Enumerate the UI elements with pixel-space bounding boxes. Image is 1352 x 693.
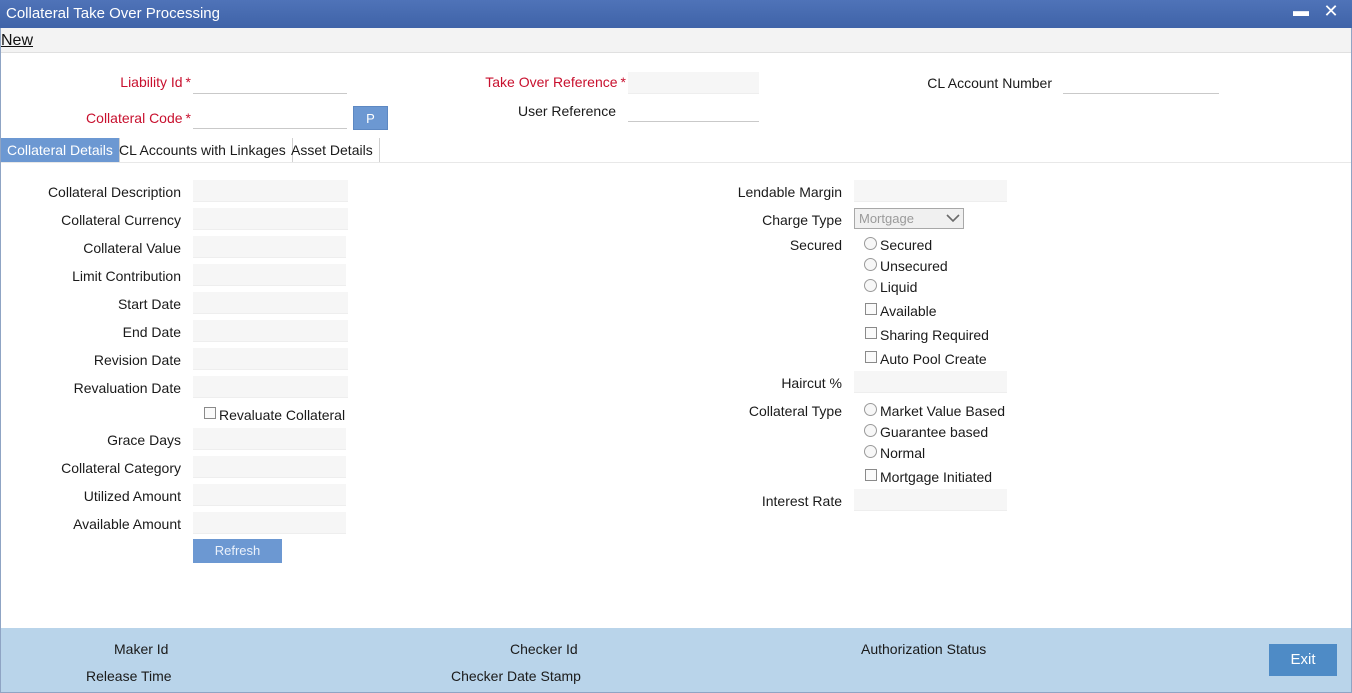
collateral-value-input[interactable] (193, 236, 346, 258)
available-checkbox[interactable] (865, 303, 877, 315)
revaluation-date-label: Revaluation Date (73, 380, 181, 396)
take-over-reference-input[interactable] (628, 72, 759, 94)
grace-days-input[interactable] (193, 428, 346, 450)
grace-days-label: Grace Days (107, 432, 181, 448)
secured-radio[interactable] (864, 237, 877, 250)
charge-type-label: Charge Type (762, 212, 842, 228)
sharing-required-label: Sharing Required (880, 327, 989, 343)
collateral-value-label: Collateral Value (83, 240, 181, 256)
charge-type-select[interactable]: Mortgage (854, 208, 964, 229)
take-over-reference-label: Take Over Reference * (485, 74, 626, 90)
checker-date-stamp-label: Checker Date Stamp (451, 668, 581, 684)
utilized-amount-label: Utilized Amount (83, 488, 181, 504)
available-amount-input[interactable] (193, 512, 346, 534)
utilized-amount-input[interactable] (193, 484, 346, 506)
liability-id-input[interactable] (193, 72, 347, 94)
collateral-currency-input[interactable] (193, 208, 348, 230)
tab-asset-details[interactable]: Asset Details (285, 138, 380, 162)
interest-rate-input[interactable] (854, 489, 1007, 511)
haircut-input[interactable] (854, 371, 1007, 393)
exit-button[interactable]: Exit (1269, 644, 1337, 676)
menu-bar (1, 28, 1351, 53)
market-value-based-radio[interactable] (864, 403, 877, 416)
haircut-label: Haircut % (781, 375, 842, 391)
revaluate-collateral-label: Revaluate Collateral (219, 407, 346, 423)
market-value-based-label: Market Value Based (880, 403, 1006, 419)
refresh-button[interactable]: Refresh (193, 539, 282, 563)
revision-date-label: Revision Date (93, 352, 181, 368)
collateral-category-label: Collateral Category (61, 460, 181, 476)
revision-date-input[interactable] (193, 348, 348, 370)
limit-contribution-label: Limit Contribution (72, 268, 181, 284)
tab-collateral-details[interactable]: Collateral Details (1, 138, 120, 162)
cl-account-number-label: CL Account Number (927, 75, 1052, 91)
start-date-label: Start Date (117, 296, 181, 312)
available-label: Available (880, 303, 937, 319)
revaluation-date-input[interactable] (193, 376, 348, 398)
title-bar: Collateral Take Over Processing ▬ ✕ (0, 0, 1352, 28)
unsecured-radio[interactable] (864, 258, 877, 271)
close-icon[interactable]: ✕ (1322, 1, 1340, 23)
interest-rate-label: Interest Rate (761, 493, 842, 509)
lendable-margin-label: Lendable Margin (737, 184, 842, 200)
sharing-required-checkbox[interactable] (865, 327, 877, 339)
mortgage-initiated-label: Mortgage Initiated (880, 469, 993, 485)
user-reference-label: User Reference (517, 103, 616, 119)
collateral-code-lookup-button[interactable]: P (353, 106, 388, 130)
minimize-icon[interactable]: ▬ (1293, 3, 1309, 23)
tab-divider (0, 162, 1352, 163)
normal-radio[interactable] (864, 445, 877, 458)
secured-label: Secured (789, 237, 842, 253)
charge-type-value: Mortgage (859, 211, 914, 226)
unsecured-option-label: Unsecured (880, 258, 948, 274)
liquid-option-label: Liquid (880, 279, 918, 295)
collateral-type-label: Collateral Type (748, 403, 842, 419)
collateral-code-label: Collateral Code * (86, 110, 191, 126)
liability-id-label: Liability Id * (120, 74, 191, 90)
release-time-label: Release Time (86, 668, 172, 684)
cl-account-number-input[interactable] (1063, 72, 1219, 94)
limit-contribution-input[interactable] (193, 264, 346, 286)
guarantee-based-radio[interactable] (864, 424, 877, 437)
lendable-margin-input[interactable] (854, 180, 1007, 202)
authorization-status-label: Authorization Status (861, 641, 987, 657)
user-reference-input[interactable] (628, 100, 759, 122)
tab-cl-accounts-with-linkages[interactable]: CL Accounts with Linkages (113, 138, 293, 162)
normal-label: Normal (880, 445, 926, 461)
chevron-down-icon (946, 214, 960, 223)
start-date-input[interactable] (193, 292, 348, 314)
mortgage-initiated-checkbox[interactable] (865, 469, 877, 481)
revaluate-collateral-checkbox[interactable] (204, 407, 216, 419)
end-date-input[interactable] (193, 320, 348, 342)
collateral-currency-label: Collateral Currency (61, 212, 181, 228)
guarantee-based-label: Guarantee based (880, 424, 989, 440)
audit-footer (1, 628, 1351, 692)
collateral-category-input[interactable] (193, 456, 346, 478)
available-amount-label: Available Amount (73, 516, 181, 532)
liquid-radio[interactable] (864, 279, 877, 292)
checker-id-label: Checker Id (510, 641, 578, 657)
collateral-code-input[interactable] (193, 107, 347, 129)
end-date-label: End Date (122, 324, 181, 340)
secured-option-label: Secured (880, 237, 933, 253)
auto-pool-create-checkbox[interactable] (865, 351, 877, 363)
collateral-description-input[interactable] (193, 180, 348, 202)
collateral-description-label: Collateral Description (47, 184, 181, 200)
window-title: Collateral Take Over Processing (6, 5, 220, 22)
menu-new[interactable]: New (1, 32, 33, 50)
auto-pool-create-label: Auto Pool Create (880, 351, 987, 367)
maker-id-label: Maker Id (114, 641, 169, 657)
